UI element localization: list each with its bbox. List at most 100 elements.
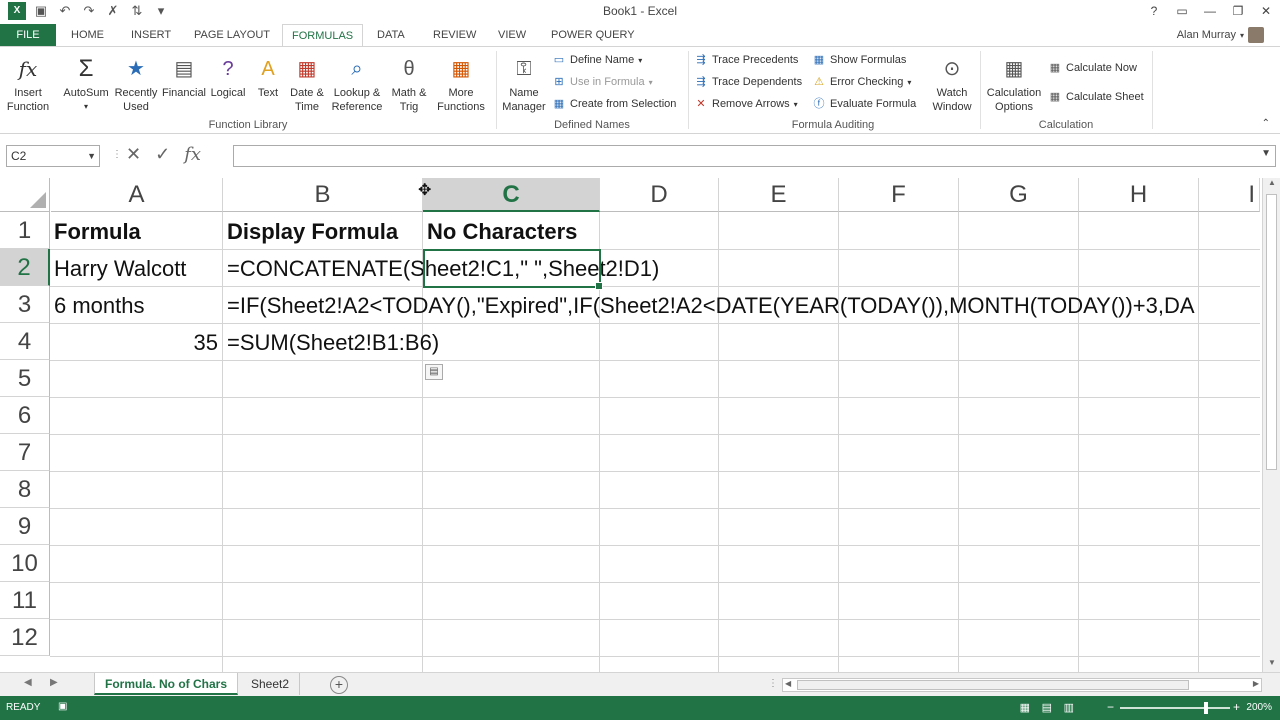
tab-power-query[interactable]: POWER QUERY [542, 24, 644, 46]
zoom-in-icon[interactable]: + [1233, 700, 1240, 714]
evaluate-formula-button[interactable]: ⓕ Evaluate Formula [812, 97, 917, 111]
define-name-button[interactable]: ▭ Define Name ▾ [552, 53, 642, 67]
zoom-out-icon[interactable]: − [1107, 700, 1114, 714]
column-header-a[interactable]: A [51, 178, 223, 212]
cell-a3[interactable]: 6 months [50, 287, 145, 324]
horizontal-scrollbar[interactable]: ◀ ▶ [782, 678, 1262, 692]
enter-icon[interactable]: ✓ [155, 144, 170, 165]
more-functions-button[interactable]: ▦ More Functions [432, 55, 490, 114]
watch-window-button[interactable]: ⊙ Watch Window [928, 55, 976, 114]
date-time-button[interactable]: ▦ Date & Time [286, 55, 328, 114]
name-box[interactable]: C2 ▼ [6, 145, 100, 167]
zoom-slider[interactable] [1120, 702, 1230, 714]
row-header-7[interactable]: 7 [0, 434, 50, 471]
expand-formula-bar-icon[interactable]: ▼ [1261, 148, 1271, 159]
tab-review[interactable]: REVIEW [424, 24, 485, 46]
prev-sheet-icon[interactable]: ◀ [24, 677, 32, 688]
horizontal-scroll-thumb[interactable] [797, 680, 1189, 690]
text-button[interactable]: A Text [250, 55, 286, 100]
minimize-icon[interactable]: — [1196, 0, 1224, 22]
page-layout-view-icon[interactable]: ▤ [1042, 701, 1052, 714]
worksheet-grid[interactable]: A B C D E F G H I ✥ 1 2 3 4 5 6 7 8 9 10… [0, 178, 1280, 672]
logical-button[interactable]: ? Logical [206, 55, 250, 100]
scroll-right-icon[interactable]: ▶ [1253, 679, 1259, 688]
column-header-c[interactable]: C [423, 178, 600, 212]
row-header-5[interactable]: 5 [0, 360, 50, 397]
select-all-corner[interactable] [0, 178, 50, 212]
cell-b3[interactable]: =IF(Sheet2!A2<TODAY(),"Expired",IF(Sheet… [223, 287, 1260, 324]
column-header-e[interactable]: E [719, 178, 839, 212]
cell-b4[interactable]: =SUM(Sheet2!B1:B6) [223, 324, 439, 361]
cell-a1[interactable]: Formula [50, 213, 141, 250]
recently-used-button[interactable]: ★ Recently Used [112, 55, 160, 114]
tab-split-icon[interactable]: ⋮ [768, 678, 778, 689]
show-formulas-button[interactable]: ▦ Show Formulas [812, 53, 907, 67]
restore-icon[interactable]: ❐ [1224, 0, 1252, 22]
cell-a4[interactable]: 35 [50, 324, 222, 361]
calculate-now-button[interactable]: ▦ Calculate Now [1048, 61, 1137, 75]
tab-view[interactable]: VIEW [489, 24, 535, 46]
column-header-g[interactable]: G [959, 178, 1079, 212]
normal-view-icon[interactable]: ▦ [1020, 701, 1030, 714]
remove-arrows-button[interactable]: ✕ Remove Arrows ▾ [694, 97, 797, 111]
name-manager-button[interactable]: ⚿ Name Manager [500, 55, 548, 114]
scroll-left-icon[interactable]: ◀ [785, 679, 791, 688]
sheet-tab-sheet2[interactable]: Sheet2 [241, 673, 301, 695]
create-from-selection-button[interactable]: ▦ Create from Selection [552, 97, 677, 111]
tab-formulas[interactable]: FORMULAS [282, 24, 364, 46]
name-box-dropdown-icon[interactable]: ▼ [87, 146, 96, 166]
column-header-h[interactable]: H [1079, 178, 1199, 212]
cell-b1[interactable]: Display Formula [223, 213, 398, 250]
ribbon-display-icon[interactable]: ▭ [1168, 0, 1196, 22]
trace-dependents-button[interactable]: ⇶ Trace Dependents [694, 75, 802, 89]
vertical-scroll-thumb[interactable] [1266, 194, 1277, 470]
tab-data[interactable]: DATA [368, 24, 414, 46]
column-header-d[interactable]: D [600, 178, 719, 212]
use-in-formula-button[interactable]: ⊞ Use in Formula ▾ [552, 75, 652, 89]
column-header-i[interactable]: I [1199, 178, 1260, 212]
tab-insert[interactable]: INSERT [122, 24, 180, 46]
help-icon[interactable]: ? [1140, 0, 1168, 22]
tab-file[interactable]: FILE [0, 24, 56, 46]
column-header-f[interactable]: F [839, 178, 959, 212]
error-checking-button[interactable]: ⚠ Error Checking ▾ [812, 75, 911, 89]
sheet-tab-formula-no-of-chars[interactable]: Formula. No of Chars [94, 673, 239, 695]
autosum-button[interactable]: Σ AutoSum ▾ [60, 55, 112, 114]
row-header-10[interactable]: 10 [0, 545, 50, 582]
row-header-12[interactable]: 12 [0, 619, 50, 656]
collapse-ribbon-icon[interactable]: ⌃ [1262, 118, 1270, 129]
row-header-4[interactable]: 4 [0, 323, 50, 360]
calculate-sheet-button[interactable]: ▦ Calculate Sheet [1048, 90, 1144, 104]
column-header-b[interactable]: B [223, 178, 423, 212]
financial-button[interactable]: ▤ Financial [160, 55, 208, 100]
row-header-2[interactable]: 2 [0, 249, 50, 286]
scroll-down-icon[interactable]: ▼ [1263, 658, 1280, 672]
paste-options-icon[interactable]: ▤ [425, 364, 443, 380]
cancel-icon[interactable]: ✕ [126, 144, 141, 165]
close-icon[interactable]: ✕ [1252, 0, 1280, 22]
vertical-scrollbar[interactable]: ▲ ▼ [1262, 178, 1280, 672]
row-header-6[interactable]: 6 [0, 397, 50, 434]
page-break-view-icon[interactable]: ▥ [1064, 701, 1074, 714]
row-header-3[interactable]: 3 [0, 286, 50, 323]
row-header-11[interactable]: 11 [0, 582, 50, 619]
row-header-8[interactable]: 8 [0, 471, 50, 508]
lookup-reference-button[interactable]: ⌕ Lookup & Reference [328, 55, 386, 114]
tab-home[interactable]: HOME [62, 24, 113, 46]
zoom-level[interactable]: 200% [1246, 702, 1272, 713]
next-sheet-icon[interactable]: ▶ [50, 677, 58, 688]
fx-icon[interactable]: fx [184, 144, 201, 165]
scroll-up-icon[interactable]: ▲ [1263, 178, 1280, 192]
row-header-9[interactable]: 9 [0, 508, 50, 545]
cell-b2[interactable]: =CONCATENATE(Sheet2!C1," ",Sheet2!D1) [223, 250, 659, 287]
add-sheet-icon[interactable]: + [330, 676, 348, 694]
cell-c1[interactable]: No Characters [423, 213, 577, 250]
calculation-options-button[interactable]: ▦ Calculation Options [984, 55, 1044, 114]
tab-page-layout[interactable]: PAGE LAYOUT [185, 24, 279, 46]
cell-a2[interactable]: Harry Walcott [50, 250, 186, 287]
insert-function-button[interactable]: fx Insert Function [4, 55, 52, 114]
math-trig-button[interactable]: θ Math & Trig [386, 55, 432, 114]
macro-record-icon[interactable]: ▣ [58, 701, 67, 712]
formula-input[interactable]: ▼ [233, 145, 1276, 167]
trace-precedents-button[interactable]: ⇶ Trace Precedents [694, 53, 798, 67]
